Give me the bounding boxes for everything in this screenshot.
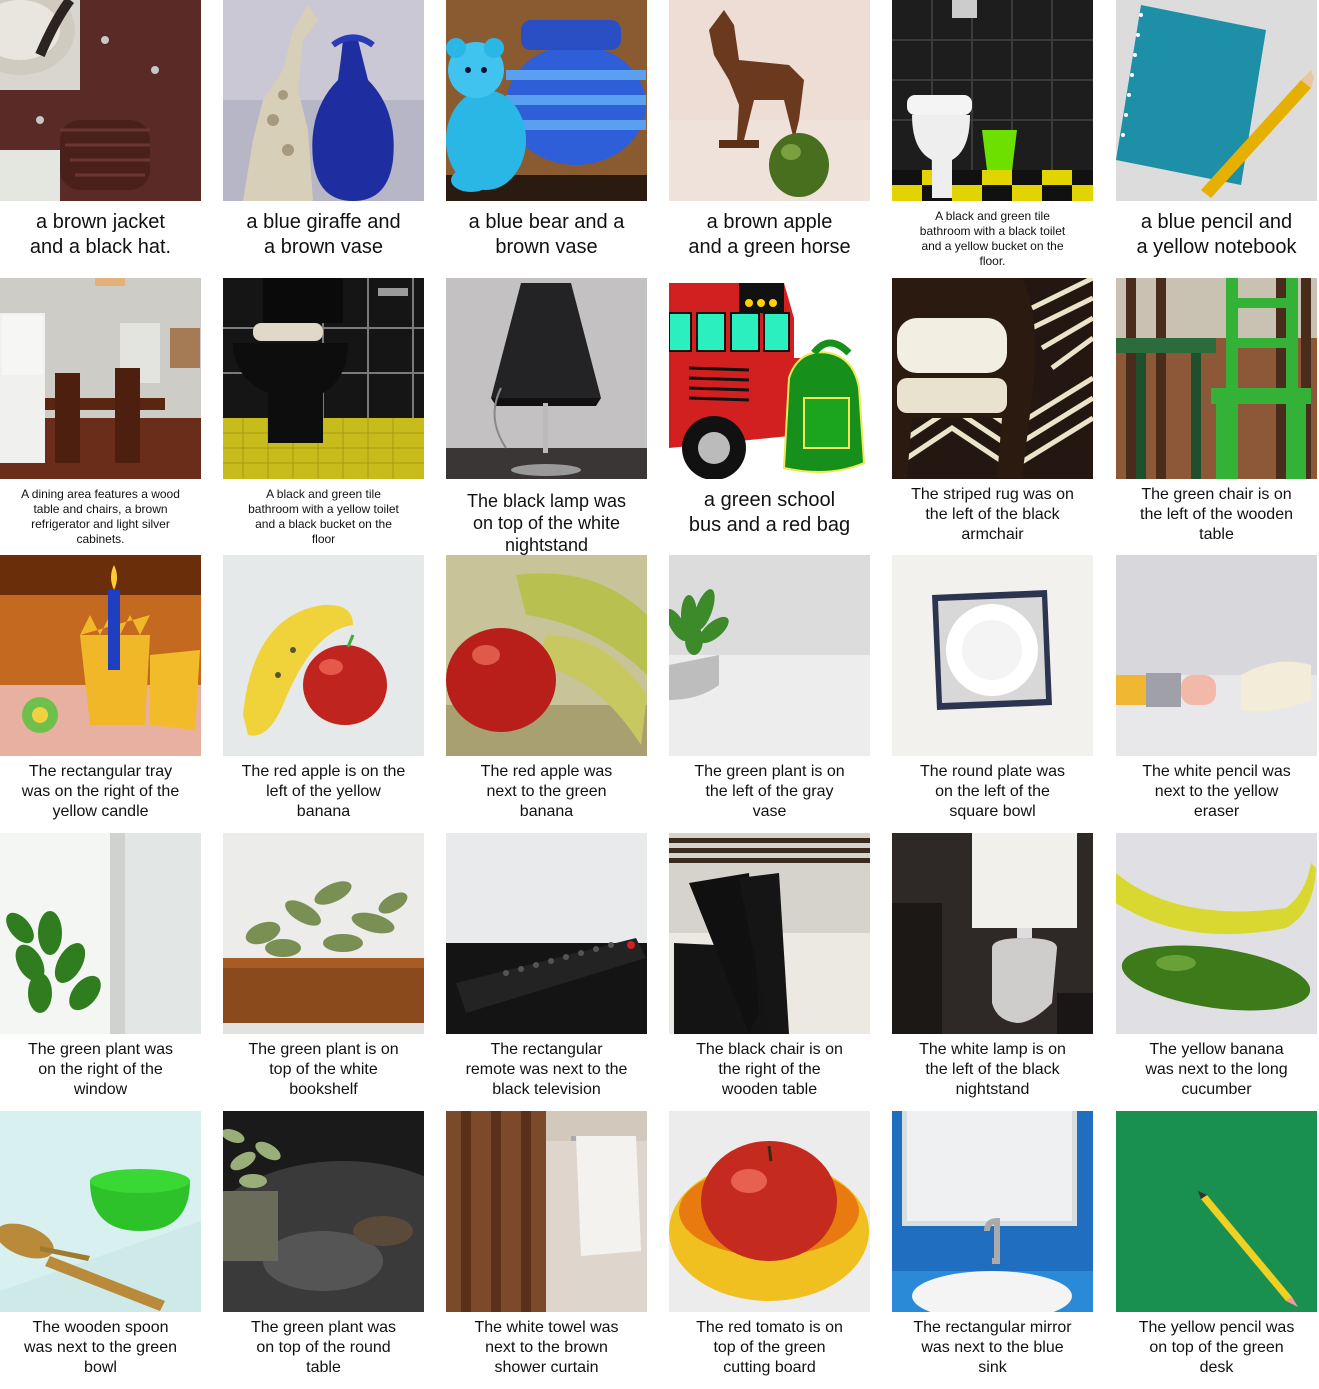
image-chair-table [669,833,870,1034]
image-giraffe-vase [223,0,424,201]
image-caption: a brown apple and a green horse [688,211,851,258]
image-caption: The white towel was next to the brown sh… [474,1319,619,1376]
image-plate-bowl [892,555,1093,756]
image-black-lamp [446,278,647,479]
image-caption: The green plant was on top of the round … [251,1319,396,1376]
image-caption: The striped rug was on the left of the b… [911,486,1074,543]
image-white-lamp [892,833,1093,1034]
image-notebook-pencil [1116,0,1317,201]
image-caption: The yellow banana was next to the long c… [1145,1041,1288,1098]
image-yellow-tile-bathroom [223,278,424,479]
image-caption: The black lamp was on top of the white n… [466,491,627,555]
image-caption: A black and green tile bathroom with a y… [248,487,399,546]
image-bear-vase [446,0,647,201]
image-plant-bookshelf [223,833,424,1034]
image-jacket-hat [0,0,201,201]
image-caption: The yellow pencil was on top of the gree… [1138,1319,1295,1376]
image-banana-cucumber [1116,833,1317,1034]
image-caption: The rectangular tray was on the right of… [21,763,180,820]
image-apple-banana [223,555,424,756]
image-rug-armchair [892,278,1093,479]
image-plant-window [0,833,201,1034]
image-bus-bag [669,278,870,479]
image-remote-tv [446,833,647,1034]
image-caption: A dining area features a wood table and … [21,487,180,546]
image-pencil-eraser [1116,555,1317,756]
image-caption: The red apple is on the left of the yell… [241,763,406,820]
image-spoon-bowl [0,1111,201,1312]
image-mirror-sink [892,1111,1093,1312]
image-caption: The green plant is on top of the white b… [248,1041,399,1098]
image-caption: The red tomato is on top of the green cu… [696,1319,843,1376]
image-caption: a blue pencil and a yellow notebook [1136,211,1297,258]
image-caption: The green plant was on the right of the … [28,1041,173,1098]
image-caption: A black and green tile bathroom with a b… [919,209,1066,268]
image-towel-curtain [446,1111,647,1312]
image-caption: The white lamp is on the left of the bla… [919,1041,1066,1098]
image-caption: The white pencil was next to the yellow … [1142,763,1291,820]
image-caption: a green school bus and a red bag [688,489,851,536]
image-tomato-bowl [669,1111,870,1312]
image-caption: The green plant is on the left of the gr… [694,763,845,820]
image-caption: a blue giraffe and a brown vase [246,211,401,258]
image-caption: The green chair is on the left of the wo… [1140,486,1293,543]
image-plant-vase [669,555,870,756]
image-caption: The red apple was next to the green bana… [480,763,613,820]
image-green-chair-table [1116,278,1317,479]
image-caption: The rectangular mirror was next to the b… [913,1319,1072,1376]
image-plant-round-table [223,1111,424,1312]
image-caption: The rectangular remote was next to the b… [465,1041,628,1098]
image-caption: a brown jacket and a black hat. [29,211,172,258]
image-caption: The wooden spoon was next to the green b… [24,1319,177,1376]
image-apple-green-banana [446,555,647,756]
image-caption: The round plate was on the left of the s… [920,763,1065,820]
image-dining-area [0,278,201,479]
image-caption: The black chair is on the right of the w… [696,1041,843,1098]
image-grid: a brown jacket and a black hat. a blue g… [0,0,1319,1389]
image-horse-apple [669,0,870,201]
image-tile-bathroom [892,0,1093,201]
image-caption: a blue bear and a brown vase [468,211,625,258]
image-pencil-desk [1116,1111,1317,1312]
image-tray-candle [0,555,201,756]
